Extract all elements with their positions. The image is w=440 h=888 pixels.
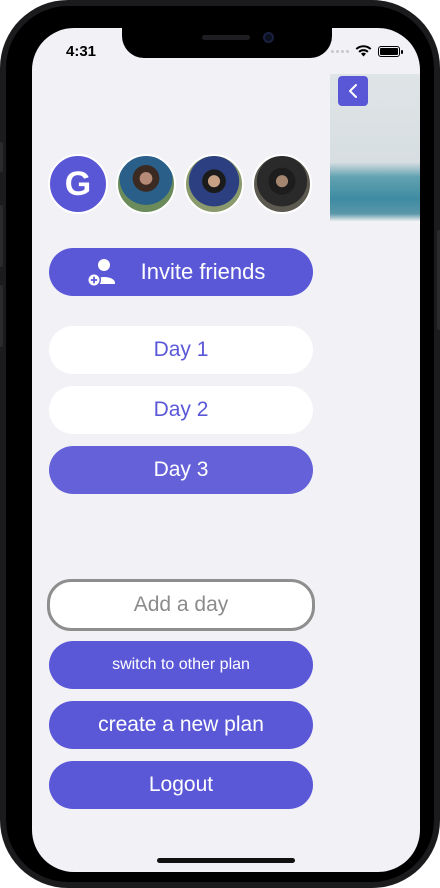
volume-up-button: [0, 205, 3, 267]
phone-frame: 4:31 G Invite friends Day 1 Day 2 Day 3 …: [0, 0, 440, 888]
signal-dots-icon: [331, 49, 349, 53]
day-label: Day 2: [153, 398, 209, 421]
add-day-label: Add a day: [133, 593, 229, 616]
avatar-photo[interactable]: [116, 154, 176, 214]
status-icons: [331, 45, 403, 57]
invite-friends-button[interactable]: Invite friends: [49, 248, 313, 296]
avatar-initial[interactable]: G: [48, 154, 108, 214]
add-day-button[interactable]: Add a day: [47, 579, 315, 631]
home-indicator[interactable]: [157, 858, 295, 863]
front-camera: [263, 32, 274, 43]
add-person-icon: [87, 259, 115, 287]
avatar-photo[interactable]: [252, 154, 312, 214]
switch-plan-button[interactable]: switch to other plan: [49, 641, 313, 689]
status-time: 4:31: [66, 43, 97, 60]
avatar-photo[interactable]: [184, 154, 244, 214]
logout-label: Logout: [148, 773, 214, 796]
volume-down-button: [0, 285, 3, 347]
notch: [122, 28, 332, 58]
wifi-icon: [355, 45, 372, 57]
invite-friends-label: Invite friends: [140, 259, 266, 284]
app-screen: 4:31 G Invite friends Day 1 Day 2 Day 3 …: [32, 28, 420, 872]
day-label: Day 1: [153, 338, 209, 361]
speaker-grille: [202, 35, 250, 40]
phone-bezel: 4:31 G Invite friends Day 1 Day 2 Day 3 …: [6, 6, 434, 882]
mute-switch: [0, 142, 3, 172]
switch-plan-label: switch to other plan: [112, 656, 250, 673]
day-2-button[interactable]: Day 2: [49, 386, 313, 434]
day-label: Day 3: [153, 458, 209, 481]
create-plan-button[interactable]: create a new plan: [49, 701, 313, 749]
chevron-left-icon: [349, 84, 357, 98]
create-plan-label: create a new plan: [98, 713, 264, 736]
member-avatars: G: [48, 154, 312, 214]
day-1-button[interactable]: Day 1: [49, 326, 313, 374]
day-3-button[interactable]: Day 3: [49, 446, 313, 494]
battery-icon: [378, 45, 403, 57]
back-button[interactable]: [338, 76, 368, 106]
logout-button[interactable]: Logout: [49, 761, 313, 809]
